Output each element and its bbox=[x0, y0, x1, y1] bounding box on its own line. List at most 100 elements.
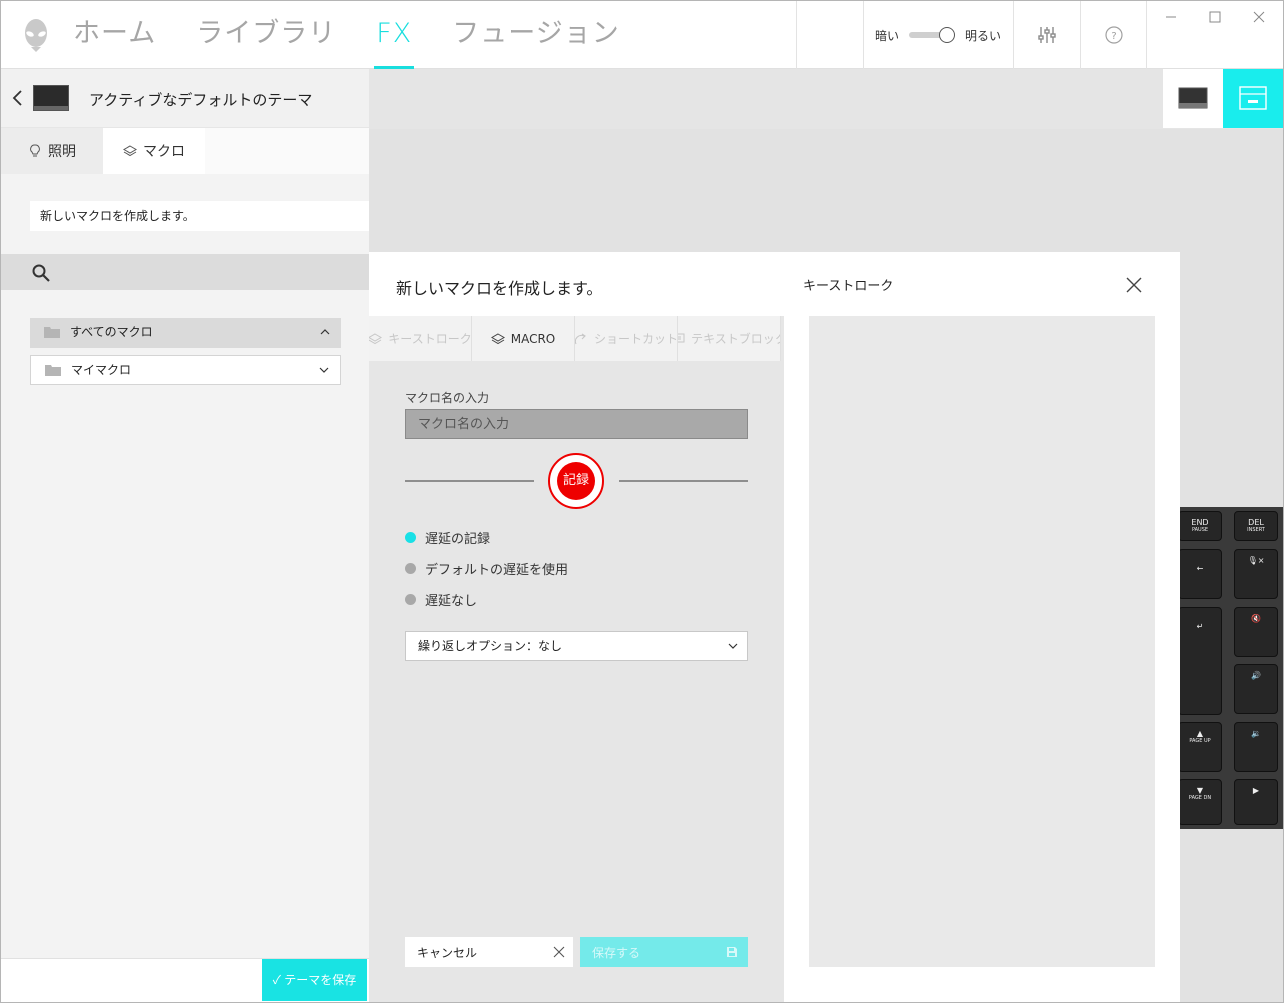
chevron-down-icon bbox=[728, 643, 738, 649]
app-window: ホーム ライブラリ FX フュージョン 暗い 明るい ? アクティブなデフォルト… bbox=[0, 0, 1284, 1003]
tab-textblock[interactable]: テキストブロック bbox=[678, 316, 781, 361]
search-icon bbox=[32, 264, 50, 282]
repeat-option-value: 繰り返しオプション：なし bbox=[418, 639, 563, 653]
keyboard-icon bbox=[1239, 86, 1267, 110]
key-del[interactable]: DEL INSERT bbox=[1234, 511, 1278, 541]
nav-fx[interactable]: FX bbox=[374, 1, 415, 69]
back-chevron-icon[interactable] bbox=[11, 87, 25, 109]
keyboard-view-button[interactable] bbox=[1223, 69, 1283, 128]
radio-default-delay-label: デフォルトの遅延を使用 bbox=[425, 562, 569, 578]
theme-toggle: 暗い 明るい bbox=[875, 23, 1001, 47]
save-theme-button[interactable]: ✓ テーマを保存 bbox=[262, 959, 367, 1001]
divider bbox=[1080, 1, 1081, 69]
help-icon[interactable]: ? bbox=[1104, 25, 1124, 45]
macro-name-label: マクロ名の入力 bbox=[405, 391, 490, 405]
theme-switch[interactable] bbox=[909, 27, 956, 43]
record-button[interactable]: 記録 bbox=[548, 453, 604, 509]
key-enter[interactable]: ↵ bbox=[1178, 607, 1222, 715]
layers-icon bbox=[123, 145, 137, 157]
keyboard-toolbar bbox=[369, 69, 1283, 129]
laptop-view-button[interactable] bbox=[1163, 69, 1223, 128]
key-page-up[interactable]: ▲ PAGE UP bbox=[1178, 722, 1222, 772]
divider bbox=[863, 1, 864, 69]
macro-editor: キーストローク MACRO ショートカット テキストブロック マクロ名の入力 マ… bbox=[369, 316, 784, 1002]
minimize-icon[interactable] bbox=[1161, 9, 1181, 25]
nav-home[interactable]: ホーム bbox=[73, 1, 156, 69]
save-disk-icon bbox=[727, 947, 737, 957]
chevron-up-icon bbox=[320, 329, 330, 335]
tab-lighting[interactable]: 照明 bbox=[1, 128, 103, 174]
layers-icon bbox=[369, 332, 383, 344]
settings-sliders-icon[interactable] bbox=[1037, 25, 1057, 45]
folder-mine-label: マイマクロ bbox=[71, 363, 132, 377]
panel-footer: ✓ テーマを保存 bbox=[1, 958, 369, 1002]
dialog-title: 新しいマクロを作成します。 bbox=[396, 279, 603, 298]
divider bbox=[796, 1, 797, 69]
panel-tabs: 照明 マクロ bbox=[1, 128, 369, 174]
radio-no-delay[interactable]: 遅延なし bbox=[405, 589, 477, 609]
laptop-icon bbox=[1178, 87, 1208, 109]
keystroke-list-area bbox=[809, 316, 1155, 967]
chevron-down-icon bbox=[319, 367, 329, 373]
macro-search[interactable] bbox=[1, 254, 369, 290]
key-mic-mute[interactable]: 🎙× bbox=[1234, 549, 1278, 599]
divider bbox=[405, 480, 534, 482]
macro-name-input[interactable] bbox=[405, 409, 748, 439]
radio-default-delay[interactable]: デフォルトの遅延を使用 bbox=[405, 558, 568, 578]
keystroke-title: キーストローク bbox=[803, 279, 894, 294]
key-mute[interactable]: 🔇 bbox=[1234, 607, 1278, 657]
folder-all-macros[interactable]: すべてのマクロ bbox=[30, 318, 341, 348]
close-icon bbox=[553, 946, 565, 958]
key-volume-up[interactable]: 🔊 bbox=[1234, 664, 1278, 714]
tab-macro[interactable]: マクロ bbox=[103, 128, 205, 174]
radio-dot bbox=[405, 593, 416, 605]
text-bubble-icon bbox=[678, 333, 685, 342]
folder-all-label: すべてのマクロ bbox=[70, 325, 153, 339]
maximize-icon[interactable] bbox=[1205, 9, 1225, 25]
tab-macro-label: マクロ bbox=[143, 144, 185, 160]
alienware-logo-icon bbox=[25, 19, 47, 52]
radio-dot bbox=[405, 531, 416, 543]
macro-description: 新しいマクロを作成します。 bbox=[30, 201, 369, 231]
macro-type-tabs: キーストローク MACRO ショートカット テキストブロック bbox=[369, 316, 784, 361]
svg-text:?: ? bbox=[1111, 31, 1116, 42]
key-page-down[interactable]: ▼ PAGE DN bbox=[1178, 779, 1222, 825]
close-icon[interactable] bbox=[1125, 276, 1143, 294]
tab-keystroke[interactable]: キーストローク bbox=[369, 316, 472, 361]
save-label: 保存する bbox=[592, 945, 641, 960]
tab-keystroke-label: キーストローク bbox=[388, 332, 472, 346]
radio-dot bbox=[405, 562, 416, 574]
tab-macro-type-label: MACRO bbox=[510, 331, 556, 346]
nav-fusion[interactable]: フュージョン bbox=[452, 1, 619, 69]
folder-icon bbox=[44, 327, 60, 338]
cancel-button[interactable]: キャンセル bbox=[405, 937, 573, 967]
left-panel: アクティブなデフォルトのテーマ 照明 マクロ 新しいマクロを作成します。 すべて… bbox=[1, 69, 369, 1002]
nav-library[interactable]: ライブラリ bbox=[196, 1, 336, 69]
repeat-option-select[interactable]: 繰り返しオプション：なし bbox=[405, 631, 748, 661]
key-backspace[interactable]: ← bbox=[1178, 549, 1222, 599]
panel-title: アクティブなデフォルトのテーマ bbox=[89, 91, 313, 109]
record-label: 記録 bbox=[557, 462, 595, 500]
radio-no-delay-label: 遅延なし bbox=[425, 593, 478, 609]
save-button[interactable]: 保存する bbox=[580, 937, 748, 967]
keyboard-preview: END PAUSE DEL INSERT ← 🎙× ↵ 🔇 🔊 ▲ PAGE UP 🔉… bbox=[1178, 507, 1283, 829]
key-right-arrow[interactable]: ▶ bbox=[1234, 779, 1278, 825]
layers-icon bbox=[490, 332, 505, 344]
tab-lighting-label: 照明 bbox=[48, 144, 76, 160]
tab-macro-type[interactable]: MACRO bbox=[472, 316, 575, 361]
divider bbox=[1146, 1, 1147, 69]
key-volume-down[interactable]: 🔉 bbox=[1234, 722, 1278, 772]
create-macro-dialog: 新しいマクロを作成します。 キーストローク キーストローク MACRO ショート… bbox=[369, 252, 1180, 1002]
key-end[interactable]: END PAUSE bbox=[1178, 511, 1222, 541]
panel-header: アクティブなデフォルトのテーマ bbox=[1, 69, 369, 128]
cancel-label: キャンセル bbox=[417, 945, 478, 960]
tab-shortcut[interactable]: ショートカット bbox=[575, 316, 678, 361]
folder-my-macros[interactable]: マイマクロ bbox=[30, 355, 341, 385]
close-window-icon[interactable] bbox=[1249, 9, 1269, 25]
radio-record-delay-label: 遅延の記録 bbox=[425, 531, 491, 547]
top-bar: ホーム ライブラリ FX フュージョン 暗い 明るい ? bbox=[1, 1, 1283, 69]
tab-textblock-label: テキストブロック bbox=[691, 332, 781, 346]
radio-record-delay[interactable]: 遅延の記録 bbox=[405, 527, 490, 547]
divider bbox=[619, 480, 748, 482]
bulb-icon bbox=[30, 144, 40, 157]
